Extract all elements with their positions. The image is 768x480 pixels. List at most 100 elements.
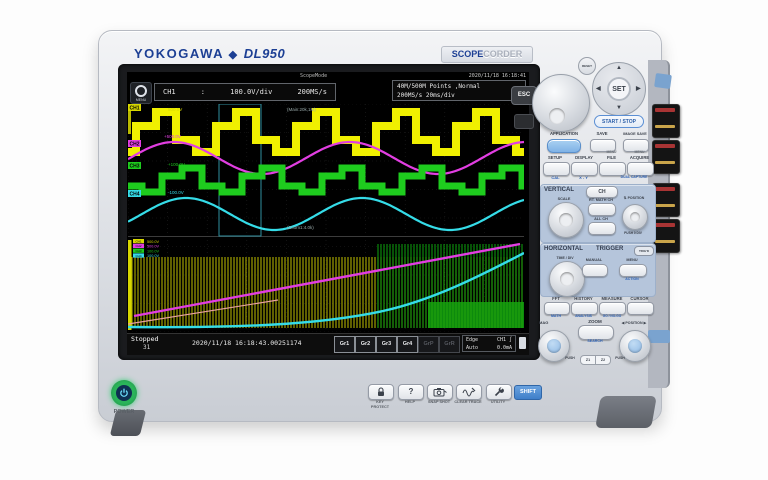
screen-menu-tile[interactable]: MENU xyxy=(130,82,152,104)
svg-text:CH4: CH4 xyxy=(135,254,141,258)
manual-button[interactable] xyxy=(582,264,608,277)
scale-label: SCALE xyxy=(550,197,578,201)
trigger-source: CH1 xyxy=(497,337,506,343)
trigger-title: TRIGGER xyxy=(596,246,632,253)
trigger-status-box[interactable]: Edge CH1 ∫ Auto 0.0mA xyxy=(462,335,516,352)
acquisition-line1: 40M/500M Points ,Normal xyxy=(397,82,525,91)
svg-text:-100.0V: -100.0V xyxy=(168,190,184,195)
shift-button[interactable]: SHIFT xyxy=(514,385,542,400)
screen-datetime: 2020/11/18 16:18:41 xyxy=(432,73,526,79)
display-button[interactable] xyxy=(571,162,598,176)
vertical-title: VERTICAL xyxy=(544,187,588,194)
group-button-gr3[interactable]: Gr3 xyxy=(376,336,397,353)
readout-separator: : xyxy=(201,88,205,96)
svg-text:500.0V: 500.0V xyxy=(147,245,160,249)
clear-trace-button[interactable] xyxy=(456,384,482,400)
svg-text:CH2: CH2 xyxy=(129,141,139,147)
image-save-label: IMAGE SAVE xyxy=(617,132,653,136)
time-div-label: TIME / DIV xyxy=(548,256,582,260)
dpad-right-arrow[interactable]: ▶ xyxy=(636,85,641,92)
acquisition-line2: 200MS/s 20ms/div xyxy=(397,91,525,100)
application-button[interactable] xyxy=(547,139,581,153)
snap-shot-label: SNAP SHOT xyxy=(424,400,454,404)
utility-button[interactable] xyxy=(486,384,512,400)
group-button-grp[interactable]: GrP xyxy=(418,336,439,353)
push-left-label: PUSH xyxy=(562,357,578,361)
input-terminal-2 xyxy=(652,140,680,174)
trigger-menu-label: MENU xyxy=(618,258,646,262)
zoom-button[interactable] xyxy=(578,325,614,340)
mag-label: MAG xyxy=(539,321,559,326)
probe-clip-top xyxy=(654,73,672,89)
zoom-position-label: ◀ POSITION ▶ xyxy=(613,321,655,325)
input-terminal-3 xyxy=(652,183,680,217)
waveform-display: CH1CH2CH3CH4500.0V+500.0V+100.0V-100.0VC… xyxy=(128,104,524,332)
acquisition-box: 40M/500M Points ,Normal 200MS/s 20ms/div xyxy=(392,80,526,101)
setup-sub-label: CAL xyxy=(543,176,568,180)
product-photo-stage: YOKOGAWA ◆ DL950 SCOPECORDER ScopeMode 2… xyxy=(0,0,768,480)
zoom-title: ZOOM xyxy=(583,319,607,324)
horizontal-title: HORIZONTAL xyxy=(544,246,598,253)
acquire-button[interactable] xyxy=(627,162,654,176)
acquisition-timestamp: 2020/11/18 16:18:43.00251174 xyxy=(192,339,302,347)
save-label: SAVE xyxy=(590,132,614,137)
brand-diamond-icon: ◆ xyxy=(229,49,239,61)
vertical-push-label: PUSH 0 DIV xyxy=(612,232,654,236)
channel-readout-box[interactable]: CH1 : 100.0V/div 200MS/s xyxy=(154,83,336,101)
svg-text:500.0V: 500.0V xyxy=(168,107,182,112)
dpad-down-arrow[interactable]: ▼ xyxy=(616,105,622,111)
screen-mode-label: ScopeMode xyxy=(300,73,327,79)
start-stop-button[interactable]: START / STOP xyxy=(594,115,644,128)
file-button[interactable] xyxy=(599,162,626,176)
vertical-ch-button[interactable]: CH xyxy=(586,186,618,198)
jog-dimple xyxy=(549,108,565,124)
svg-text:CH1: CH1 xyxy=(129,105,139,111)
power-button[interactable] xyxy=(111,380,137,406)
vertical-scale-knob[interactable] xyxy=(548,202,584,238)
group-button-gr2[interactable]: Gr2 xyxy=(355,336,376,353)
input-terminal-4 xyxy=(652,219,680,253)
help-button[interactable]: ? xyxy=(398,384,424,400)
dpad-left-arrow[interactable]: ◀ xyxy=(596,85,601,92)
set-button[interactable]: SET xyxy=(607,77,631,101)
time-div-knob[interactable] xyxy=(549,261,585,297)
svg-text:100.0V: 100.0V xyxy=(147,249,160,253)
brand-yokogawa: YOKOGAWA xyxy=(134,46,224,61)
svg-text:CH2: CH2 xyxy=(135,244,141,248)
reset-button[interactable]: RESET xyxy=(578,57,596,75)
stand-foot-right xyxy=(595,396,657,428)
application-label: APPLICATION xyxy=(538,132,590,137)
clear-trace-label: CLEAR TRACE xyxy=(452,400,484,404)
math-label: MATH xyxy=(544,315,568,319)
group-button-grr[interactable]: GrR xyxy=(439,336,460,353)
group-button-gr1[interactable]: Gr1 xyxy=(334,336,355,353)
trigger-menu-button[interactable] xyxy=(619,264,647,277)
cursor-button[interactable] xyxy=(627,302,654,315)
screen-menu-label: MENU xyxy=(131,98,151,102)
key-protect-label-1: KEY xyxy=(368,400,392,404)
svg-text:500.0V: 500.0V xyxy=(147,240,160,244)
vertical-position-knob[interactable] xyxy=(622,204,648,230)
rt-math-ch-button[interactable] xyxy=(588,203,616,216)
vertical-position-label: ⇅ POSITION xyxy=(616,196,652,200)
svg-text:+500.0V: +500.0V xyxy=(164,134,181,139)
set-dpad: ▲ ▼ ◀ ▶ SET xyxy=(592,62,646,116)
history-count: 31 xyxy=(143,344,150,351)
jog-shuttle-knob[interactable] xyxy=(532,74,590,132)
readout-rate: 200MS/s xyxy=(297,88,327,96)
camera-icon xyxy=(433,387,447,397)
menu-circle-icon xyxy=(135,85,147,97)
trigger-level: 0.0mA xyxy=(497,344,512,352)
bezel-blank-button[interactable] xyxy=(514,114,534,129)
key-protect-button[interactable] xyxy=(368,384,394,400)
logo-scope: SCOPE xyxy=(452,49,484,59)
dpad-up-arrow[interactable]: ▲ xyxy=(616,65,622,71)
snap-shot-button[interactable] xyxy=(427,384,453,400)
brand-wordmark: YOKOGAWA ◆ DL950 xyxy=(134,46,285,61)
file-label: FILE xyxy=(599,156,624,161)
group-button-gr4[interactable]: Gr4 xyxy=(397,336,418,353)
setup-button[interactable] xyxy=(543,162,570,176)
svg-text:(Main:20k,1M): (Main:20k,1M) xyxy=(287,107,316,112)
readout-channel: CH1 xyxy=(163,88,176,96)
trigger-slope-icon: ∫ xyxy=(509,337,512,343)
